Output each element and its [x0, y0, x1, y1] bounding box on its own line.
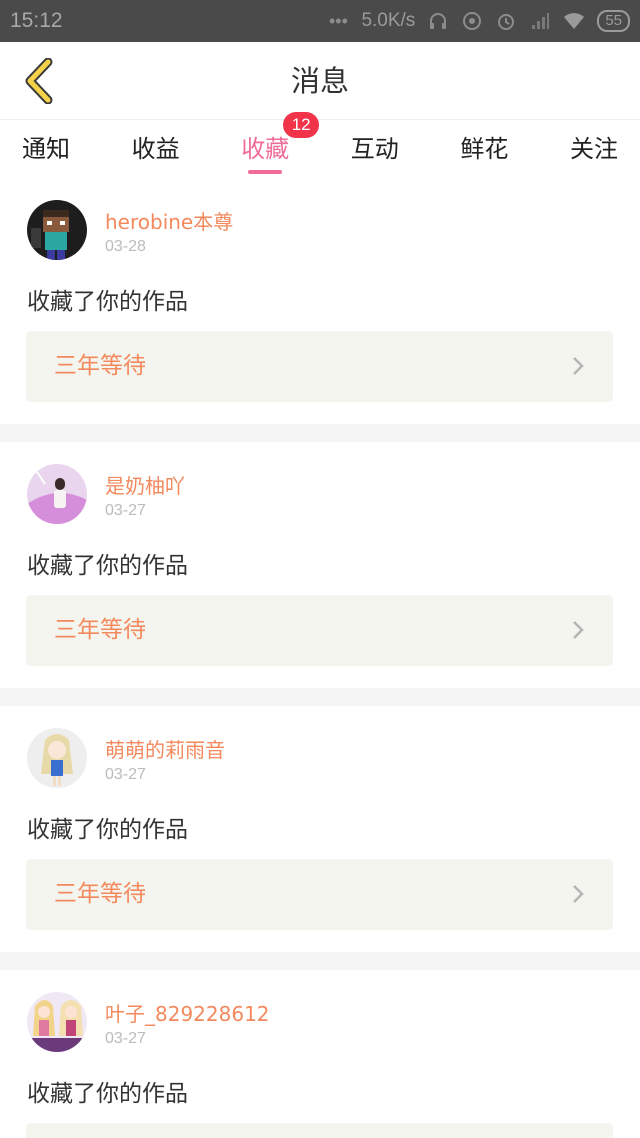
location-icon [461, 10, 483, 32]
avatar[interactable] [27, 464, 87, 524]
user-name[interactable]: 叶子_829228612 [105, 998, 270, 1027]
work-title: 三年等待 [54, 353, 146, 379]
action-text: 收藏了你的作品 [27, 817, 188, 843]
signal-icon [529, 10, 551, 32]
work-title: 三年等待 [54, 617, 146, 643]
user-name[interactable]: 是奶柚吖 [105, 470, 185, 499]
work-link[interactable]: 三年等待 [26, 331, 613, 402]
avatar-minecraft-icon [27, 200, 87, 260]
avatar[interactable] [27, 992, 87, 1052]
active-tab-indicator [248, 170, 283, 174]
avatar-girl-pink-icon [27, 464, 87, 524]
tab-bar: 通知 收益 收藏 12 互动 鲜花 关注 [0, 112, 640, 178]
post-date: 03-28 [105, 238, 146, 255]
user-name[interactable]: 萌萌的莉雨音 [105, 734, 225, 763]
work-link[interactable]: 三年等待 [26, 595, 613, 666]
chevron-right-icon [573, 621, 584, 639]
action-text: 收藏了你的作品 [27, 289, 188, 315]
status-bar: 15:12 ••• 5.0K/s 55 [0, 0, 640, 42]
battery-icon: 55 [597, 10, 630, 32]
dots-icon: ••• [328, 10, 348, 31]
unread-badge: 12 [283, 112, 320, 138]
post-date: 03-27 [105, 1030, 146, 1047]
avatar-anime-girl-icon [27, 728, 87, 788]
wifi-icon [563, 10, 585, 32]
page-title: 消息 [290, 64, 349, 98]
post-date: 03-27 [105, 502, 146, 519]
alarm-icon [495, 10, 517, 32]
status-time: 15:12 [10, 9, 63, 32]
list-item: 叶子_829228612 03-27 收藏了你的作品 [0, 970, 640, 1138]
list-item: 是奶柚吖 03-27 收藏了你的作品 三年等待 [0, 442, 640, 706]
work-link[interactable]: 三年等待 [26, 859, 613, 930]
status-icons: ••• 5.0K/s 55 [327, 10, 630, 32]
list-item: 萌萌的莉雨音 03-27 收藏了你的作品 三年等待 [0, 706, 640, 970]
headphones-icon [427, 10, 449, 32]
chevron-right-icon [573, 357, 584, 375]
avatar[interactable] [27, 200, 87, 260]
tab-following[interactable]: 关注 [570, 120, 618, 178]
chevron-right-icon [573, 885, 584, 903]
network-speed: 5.0K/s [361, 10, 416, 31]
work-title: 三年等待 [54, 881, 146, 907]
tab-interactions[interactable]: 互动 [351, 120, 399, 178]
header: 消息 [0, 42, 640, 120]
tab-notifications[interactable]: 通知 [22, 120, 70, 178]
tab-flowers[interactable]: 鲜花 [460, 120, 508, 178]
user-name[interactable]: herobine本尊 [105, 206, 233, 235]
avatar[interactable] [27, 728, 87, 788]
list-item: herobine本尊 03-28 收藏了你的作品 三年等待 [0, 178, 640, 442]
post-date: 03-27 [105, 766, 146, 783]
tab-earnings[interactable]: 收益 [132, 120, 180, 178]
message-feed: herobine本尊 03-28 收藏了你的作品 三年等待 是奶柚吖 03-27… [0, 178, 640, 1138]
avatar-two-girls-icon [27, 992, 87, 1052]
action-text: 收藏了你的作品 [27, 553, 188, 579]
work-link[interactable] [26, 1123, 613, 1138]
action-text: 收藏了你的作品 [27, 1081, 188, 1107]
tab-favorites[interactable]: 收藏 12 [241, 112, 320, 178]
